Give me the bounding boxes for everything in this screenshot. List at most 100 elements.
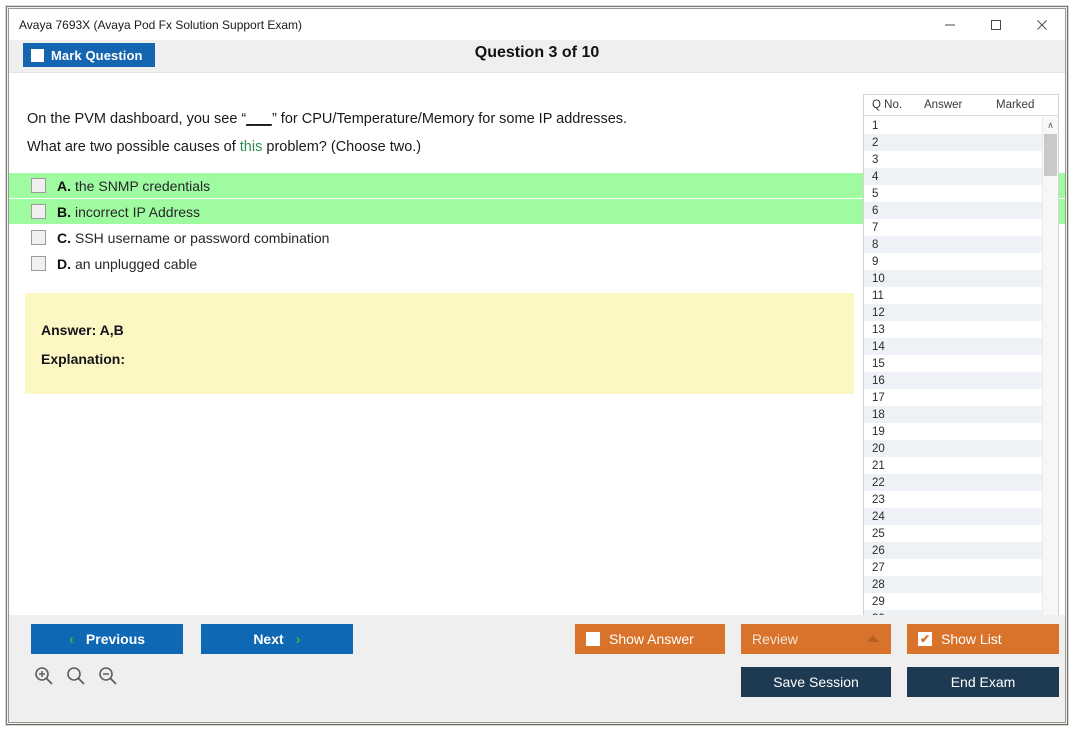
question-list-header: Q No. Answer Marked: [864, 95, 1058, 116]
question-list-row[interactable]: 10: [864, 270, 1042, 287]
minimize-button[interactable]: [927, 9, 973, 40]
question-list-row[interactable]: 19: [864, 423, 1042, 440]
chevron-left-icon: ‹: [68, 630, 74, 648]
question-list-row-number: 27: [872, 561, 885, 574]
question-list-row[interactable]: 23: [864, 491, 1042, 508]
question-list-body[interactable]: 1 2 3 4 5 6 7 8 9 10 11 12 13 14 15 16 17 18 19 20 21 22 23 24 2…: [864, 117, 1042, 626]
option-d-text: an unplugged cable: [75, 255, 198, 272]
show-list-button[interactable]: ✔ Show List: [907, 624, 1059, 654]
question-list-row-number: 2: [872, 136, 879, 149]
question-list-row[interactable]: 3: [864, 151, 1042, 168]
question-list-row-number: 26: [872, 544, 885, 557]
question-counter: Question 3 of 10: [474, 44, 600, 61]
question-list-row[interactable]: 16: [864, 372, 1042, 389]
question-list-row-number: 18: [872, 408, 885, 421]
show-answer-label: Show Answer: [609, 631, 694, 647]
scrollbar-thumb[interactable]: [1044, 134, 1057, 176]
question-list-row-number: 29: [872, 595, 885, 608]
save-session-button[interactable]: Save Session: [741, 667, 891, 697]
window-inner-frame: Avaya 7693X (Avaya Pod Fx Solution Suppo…: [8, 8, 1066, 723]
zoom-in-icon[interactable]: [33, 665, 55, 687]
question-list-row-number: 5: [872, 187, 879, 200]
show-list-checkbox[interactable]: ✔: [918, 632, 932, 646]
option-a-checkbox[interactable]: [31, 178, 46, 193]
question-list-row-number: 22: [872, 476, 885, 489]
question-list-row[interactable]: 22: [864, 474, 1042, 491]
question-list-row[interactable]: 11: [864, 287, 1042, 304]
question-list-row[interactable]: 21: [864, 457, 1042, 474]
option-a-text: the SNMP credentials: [75, 177, 211, 194]
chevron-right-icon: ›: [295, 630, 301, 648]
review-label: Review: [752, 631, 798, 647]
question-list-row-number: 17: [872, 391, 885, 404]
mark-question-label: Mark Question: [51, 47, 143, 63]
question-list-row-number: 10: [872, 272, 885, 285]
next-button[interactable]: Next ›: [201, 624, 353, 654]
question-list-row[interactable]: 2: [864, 134, 1042, 151]
question-list-row-number: 12: [872, 306, 885, 319]
question-list-row-number: 20: [872, 442, 885, 455]
chevron-up-icon: [867, 635, 879, 642]
question-list-row-number: 21: [872, 459, 885, 472]
question-prompt-part-2: problem? (Choose two.): [262, 139, 422, 155]
explanation-label: Explanation:: [41, 351, 126, 367]
bottom-toolbar: ‹ Previous Next › Show Answer Review ✔ S…: [9, 615, 1065, 722]
question-header-bar: Mark Question Question 3 of 10: [9, 40, 1065, 73]
show-answer-button[interactable]: Show Answer: [575, 624, 725, 654]
show-answer-checkbox[interactable]: [586, 632, 600, 646]
question-list-row[interactable]: 1: [864, 117, 1042, 134]
question-list-row-number: 13: [872, 323, 885, 336]
zoom-out-icon[interactable]: [97, 665, 119, 687]
zoom-reset-icon[interactable]: [65, 665, 87, 687]
question-list-row[interactable]: 28: [864, 576, 1042, 593]
end-exam-label: End Exam: [950, 674, 1016, 690]
previous-button[interactable]: ‹ Previous: [31, 624, 183, 654]
question-list-row[interactable]: 26: [864, 542, 1042, 559]
question-list-panel: Q No. Answer Marked 1 2 3 4 5 6 7 8 9 10 11 12 13 14 1…: [863, 94, 1059, 627]
answer-label: Answer: A,B: [41, 322, 124, 338]
question-list-row[interactable]: 9: [864, 253, 1042, 270]
close-button[interactable]: [1019, 9, 1065, 40]
next-button-label: Next: [253, 631, 284, 647]
question-list-row[interactable]: 24: [864, 508, 1042, 525]
question-list-row-number: 24: [872, 510, 885, 523]
window-title: Avaya 7693X (Avaya Pod Fx Solution Suppo…: [19, 17, 303, 32]
question-list-row-number: 28: [872, 578, 885, 591]
question-list-row[interactable]: 18: [864, 406, 1042, 423]
question-list-row[interactable]: 13: [864, 321, 1042, 338]
question-list-row[interactable]: 7: [864, 219, 1042, 236]
question-list-row[interactable]: 20: [864, 440, 1042, 457]
question-list-row[interactable]: 15: [864, 355, 1042, 372]
option-b-text: incorrect IP Address: [75, 203, 201, 220]
question-list-row[interactable]: 5: [864, 185, 1042, 202]
column-header-answer: Answer: [924, 99, 963, 111]
previous-button-label: Previous: [85, 631, 146, 647]
option-b-checkbox[interactable]: [31, 204, 46, 219]
question-list-row[interactable]: 27: [864, 559, 1042, 576]
option-c-letter: C.: [57, 229, 71, 246]
question-list-row[interactable]: 17: [864, 389, 1042, 406]
maximize-button[interactable]: [973, 9, 1019, 40]
question-list-row-number: 4: [872, 170, 879, 183]
question-list-row[interactable]: 14: [864, 338, 1042, 355]
question-list-row[interactable]: 25: [864, 525, 1042, 542]
question-list-row-number: 19: [872, 425, 885, 438]
scroll-up-icon[interactable]: ∧: [1043, 117, 1058, 133]
question-list-row-number: 9: [872, 255, 879, 268]
question-list-row[interactable]: 6: [864, 202, 1042, 219]
end-exam-button[interactable]: End Exam: [907, 667, 1059, 697]
option-c-checkbox[interactable]: [31, 230, 46, 245]
question-list-row[interactable]: 8: [864, 236, 1042, 253]
review-dropdown[interactable]: Review: [741, 624, 891, 654]
question-list-row-number: 16: [872, 374, 885, 387]
question-list-row[interactable]: 29: [864, 593, 1042, 610]
option-c-text: SSH username or password combination: [75, 229, 330, 246]
question-list-scrollbar[interactable]: ∧ ∨: [1042, 117, 1058, 626]
mark-question-button[interactable]: Mark Question: [23, 43, 155, 67]
title-bar: Avaya 7693X (Avaya Pod Fx Solution Suppo…: [9, 9, 1065, 40]
mark-question-checkbox[interactable]: [31, 48, 44, 62]
option-d-checkbox[interactable]: [31, 256, 46, 271]
save-session-label: Save Session: [773, 674, 859, 690]
question-list-row[interactable]: 12: [864, 304, 1042, 321]
question-list-row[interactable]: 4: [864, 168, 1042, 185]
